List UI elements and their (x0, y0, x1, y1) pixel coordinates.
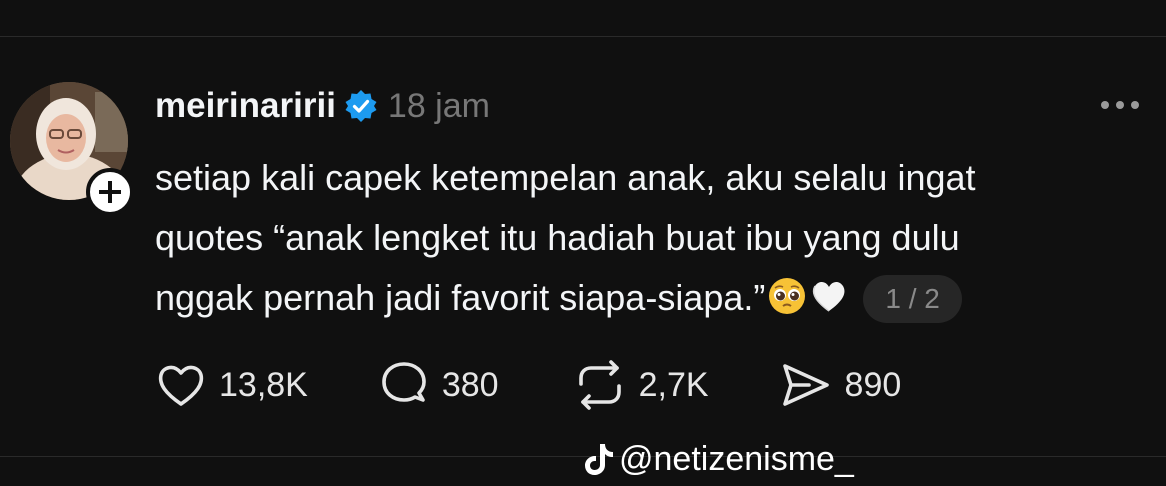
verified-badge-icon (344, 89, 378, 123)
username[interactable]: meirinaririi (155, 86, 336, 126)
action-bar: 13,8K 380 2,7K 890 (155, 360, 901, 410)
pleading-face-icon (767, 274, 807, 334)
post-header: meirinaririi 18 jam (155, 82, 490, 130)
like-count: 13,8K (219, 365, 308, 404)
send-icon (782, 364, 829, 406)
comment-icon (382, 362, 426, 402)
reply-button[interactable]: 380 (378, 360, 499, 410)
reply-count: 380 (441, 365, 499, 404)
repost-button[interactable]: 2,7K (573, 360, 709, 410)
repost-count: 2,7K (638, 365, 709, 404)
watermark: @netizenisme_ (583, 437, 854, 481)
watermark-handle: @netizenisme_ (619, 439, 854, 478)
more-options-button[interactable] (1096, 90, 1144, 120)
post-body: setiap kali capek ketempelan anak, aku s… (155, 148, 1145, 334)
heart-icon (158, 365, 204, 406)
post-text-line: nggak pernah jadi favorit siapa-siapa.” (155, 277, 766, 318)
follow-button[interactable] (86, 168, 134, 216)
top-divider (0, 36, 1166, 37)
share-button[interactable]: 890 (779, 360, 902, 410)
plus-icon (99, 181, 121, 203)
repost-icon (578, 360, 621, 410)
post-text-line: setiap kali capek ketempelan anak, aku s… (155, 157, 976, 198)
share-count: 890 (844, 365, 902, 404)
tiktok-icon (585, 444, 613, 475)
post-timestamp: 18 jam (387, 86, 490, 125)
ellipsis-icon (1101, 101, 1139, 109)
like-button[interactable]: 13,8K (155, 360, 308, 410)
thread-page-indicator: 1 / 2 (863, 275, 962, 323)
post-text-line: quotes “anak lengket itu hadiah buat ibu… (155, 217, 960, 258)
post-text-last-line: nggak pernah jadi favorit siapa-siapa.” 1… (155, 268, 1145, 334)
white-heart-icon (809, 274, 849, 334)
avatar-container[interactable] (10, 82, 134, 217)
